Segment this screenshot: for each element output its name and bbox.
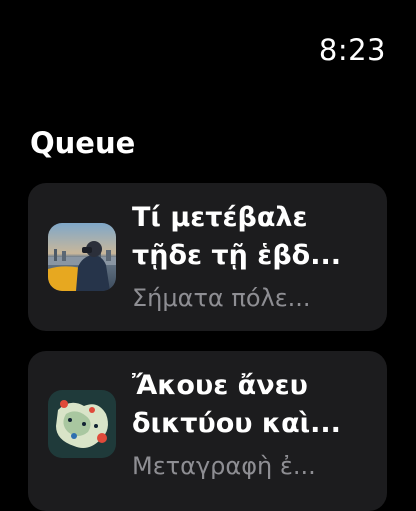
episode-title: Ἄκουε ἄνευ δικτύου καὶ...	[132, 367, 372, 443]
episode-title-line-2: δικτύου καὶ...	[132, 408, 341, 439]
episode-title-line-1: Ἄκουε ἄνευ	[132, 370, 308, 401]
queue-item[interactable]: Ἄκουε ἄνευ δικτύου καὶ... Μεταγραφὴ ἐ...	[28, 351, 387, 511]
episode-title-line-1: Τί μετέβαλε	[132, 202, 308, 233]
status-time: 8:23	[318, 33, 386, 67]
episode-artwork	[48, 223, 116, 291]
queue-item[interactable]: Τί μετέβαλε τῇδε τῇ ἑβδ... Σήματα πόλε..…	[28, 183, 387, 331]
episode-artwork	[48, 390, 116, 458]
podcast-name: Σήματα πόλε...	[132, 284, 311, 312]
episode-title: Τί μετέβαλε τῇδε τῇ ἑβδ...	[132, 199, 372, 275]
podcast-name: Μεταγραφὴ ἐ...	[132, 452, 316, 480]
episode-title-line-2: τῇδε τῇ ἑβδ...	[132, 240, 341, 271]
page-title: Queue	[30, 126, 136, 160]
